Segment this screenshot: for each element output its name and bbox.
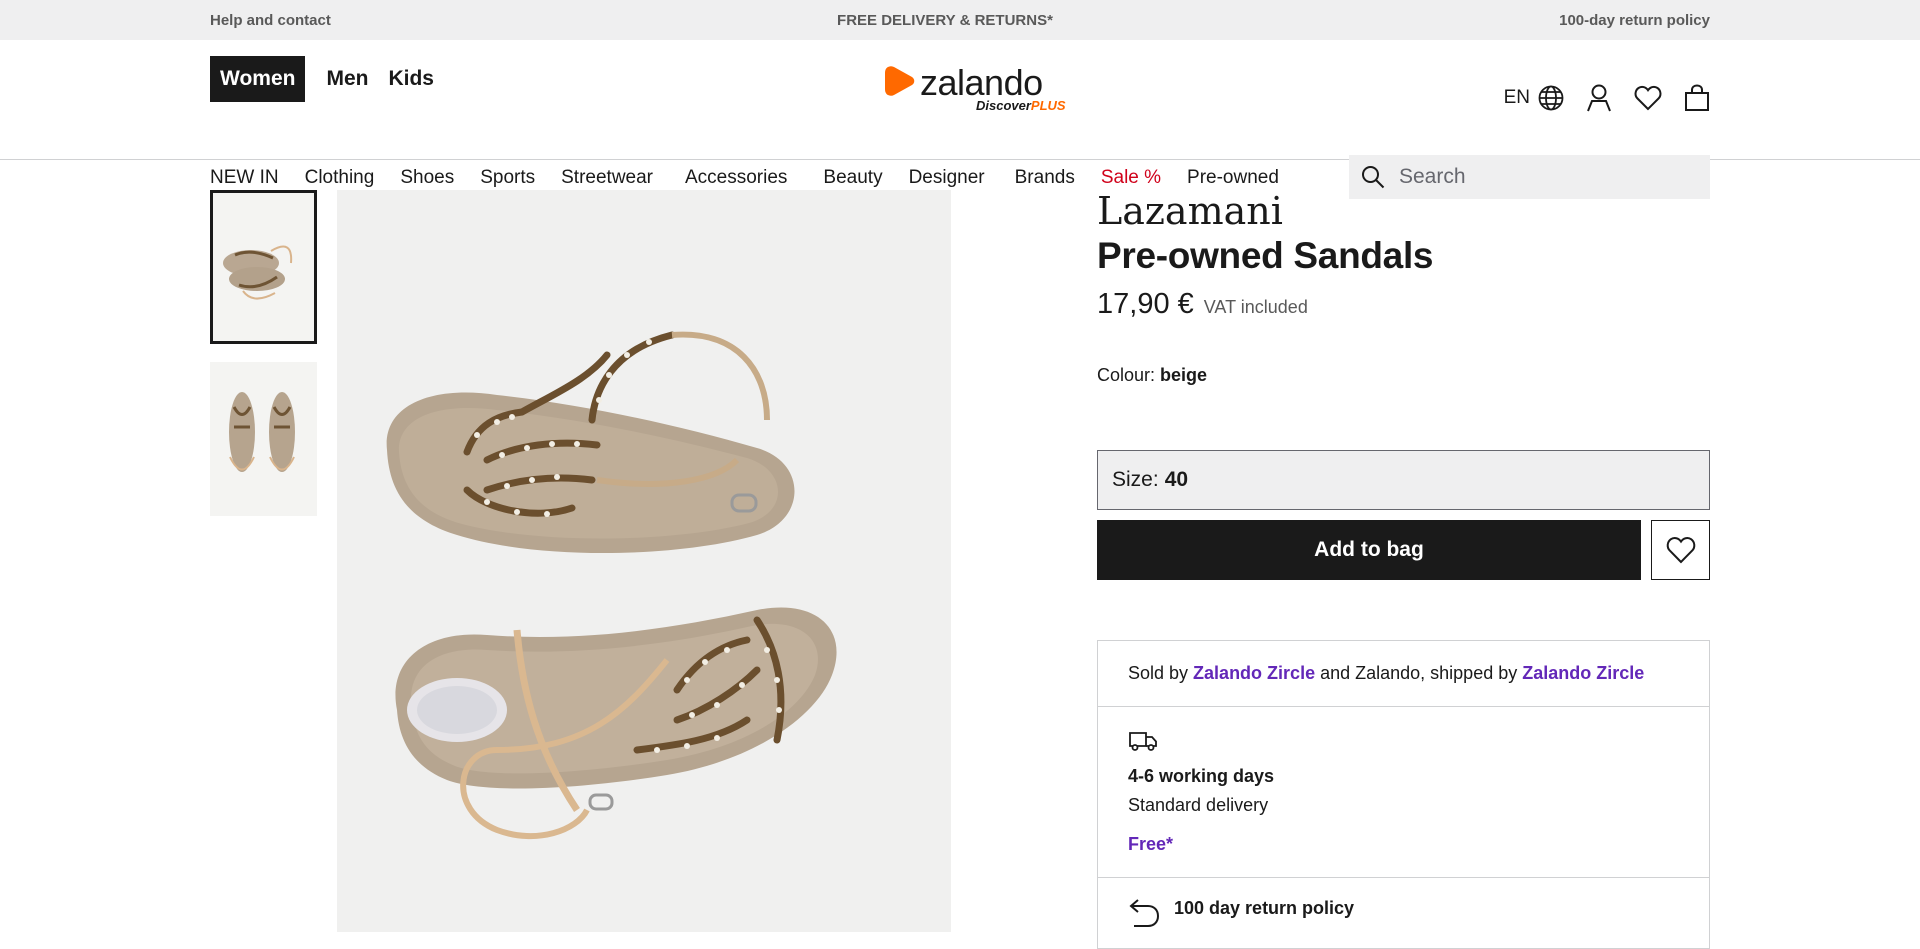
nav-item-sports[interactable]: Sports bbox=[480, 167, 535, 189]
seller-info: Sold by Zalando Zircle and Zalando, ship… bbox=[1098, 641, 1709, 707]
top-strip: Help and contact FREE DELIVERY & RETURNS… bbox=[0, 0, 1920, 40]
heart-icon bbox=[1666, 537, 1695, 564]
product-title: Pre-owned Sandals bbox=[1097, 235, 1434, 276]
price-row: 17,90 € VAT included bbox=[1097, 288, 1710, 321]
language-code: EN bbox=[1503, 87, 1530, 108]
return-arrow-icon bbox=[1129, 899, 1160, 927]
gender-kids-tab[interactable]: Kids bbox=[378, 56, 444, 102]
colour-label: Colour: bbox=[1097, 365, 1156, 385]
nav-item-shoes[interactable]: Shoes bbox=[400, 167, 454, 189]
sandals-photo bbox=[337, 190, 951, 932]
nav-item-pre-owned[interactable]: Pre-owned bbox=[1187, 167, 1279, 189]
search-input[interactable] bbox=[1399, 165, 1679, 189]
search-icon bbox=[1362, 166, 1385, 189]
wishlist-heart-icon[interactable] bbox=[1634, 85, 1662, 111]
sandal-thumbnail-image bbox=[210, 362, 317, 516]
nav-item-accessories[interactable]: Accessories bbox=[685, 167, 787, 189]
seller-link-2[interactable]: Zalando Zircle bbox=[1522, 663, 1644, 684]
add-to-wishlist-button[interactable] bbox=[1651, 520, 1710, 580]
shopping-bag-icon[interactable] bbox=[1684, 84, 1710, 112]
header-utilities: EN bbox=[1504, 84, 1710, 112]
gender-men-tab[interactable]: Men bbox=[316, 56, 378, 102]
delivery-days: 4-6 working days bbox=[1128, 766, 1275, 786]
size-selector[interactable]: Size: 40 bbox=[1097, 450, 1710, 510]
vat-note: VAT included bbox=[1203, 297, 1308, 317]
globe-icon bbox=[1538, 85, 1564, 111]
sandal-thumbnail-image bbox=[213, 193, 314, 341]
product-thumbnail-2[interactable] bbox=[210, 362, 317, 516]
colour-value: beige bbox=[1160, 365, 1208, 385]
nav-item-beauty[interactable]: Beauty bbox=[823, 167, 882, 189]
gender-switch: Women Men Kids bbox=[210, 56, 444, 102]
category-nav: NEW IN Clothing Shoes Sports Streetwear … bbox=[210, 167, 1305, 189]
product-price: 17,90 € bbox=[1097, 288, 1194, 320]
size-label: Size: bbox=[1112, 468, 1159, 491]
site-header: Women Men Kids zalando DiscoverPLUS EN N… bbox=[0, 40, 1920, 199]
nav-item-streetwear[interactable]: Streetwear bbox=[561, 167, 653, 189]
return-policy-row[interactable]: 100 day return policy bbox=[1098, 878, 1709, 948]
shipped-by-text: and Zalando, shipped by bbox=[1320, 663, 1518, 683]
delivery-info-box: Sold by Zalando Zircle and Zalando, ship… bbox=[1097, 640, 1710, 949]
zalando-logo[interactable]: zalando DiscoverPLUS bbox=[884, 60, 1074, 113]
seller-link-1[interactable]: Zalando Zircle bbox=[1193, 663, 1315, 684]
size-value: 40 bbox=[1164, 468, 1189, 491]
return-policy-label: 100 day return policy bbox=[1174, 898, 1355, 918]
product-brand[interactable]: Lazamani bbox=[1097, 188, 1710, 234]
nav-item-new-in[interactable]: NEW IN bbox=[210, 167, 279, 189]
add-to-bag-button[interactable]: Add to bag bbox=[1097, 520, 1641, 580]
zalando-logo-icon bbox=[885, 66, 915, 96]
language-selector[interactable]: EN bbox=[1504, 85, 1564, 111]
nav-item-designer[interactable]: Designer bbox=[909, 167, 985, 189]
account-icon[interactable] bbox=[1586, 84, 1612, 112]
colour-info: Colour: beige bbox=[1097, 365, 1207, 386]
gender-women-tab[interactable]: Women bbox=[210, 56, 306, 102]
nav-item-brands[interactable]: Brands bbox=[1015, 167, 1075, 189]
nav-item-clothing[interactable]: Clothing bbox=[305, 167, 375, 189]
free-delivery-banner[interactable]: FREE DELIVERY & RETURNS* bbox=[837, 12, 1053, 29]
product-main-image[interactable] bbox=[337, 190, 951, 932]
product-details: Lazamani Pre-owned Sandals 17,90 € VAT i… bbox=[1097, 188, 1710, 949]
return-policy-link[interactable]: 100-day return policy bbox=[1559, 12, 1710, 29]
delivery-truck-icon bbox=[1129, 732, 1157, 751]
sold-by-text: Sold by bbox=[1128, 663, 1189, 683]
delivery-option: 4-6 working days Standard delivery Free* bbox=[1098, 707, 1709, 878]
delivery-type: Standard delivery bbox=[1128, 795, 1269, 815]
delivery-price: Free* bbox=[1128, 834, 1174, 854]
logo-tagline: DiscoverPLUS bbox=[976, 98, 1066, 113]
help-contact-link[interactable]: Help and contact bbox=[210, 12, 331, 29]
logo-tag-discover: Discover bbox=[976, 98, 1031, 113]
nav-item-sale[interactable]: Sale % bbox=[1101, 167, 1161, 189]
product-thumbnail-1[interactable] bbox=[210, 190, 317, 344]
logo-tag-plus: PLUS bbox=[1030, 98, 1066, 113]
